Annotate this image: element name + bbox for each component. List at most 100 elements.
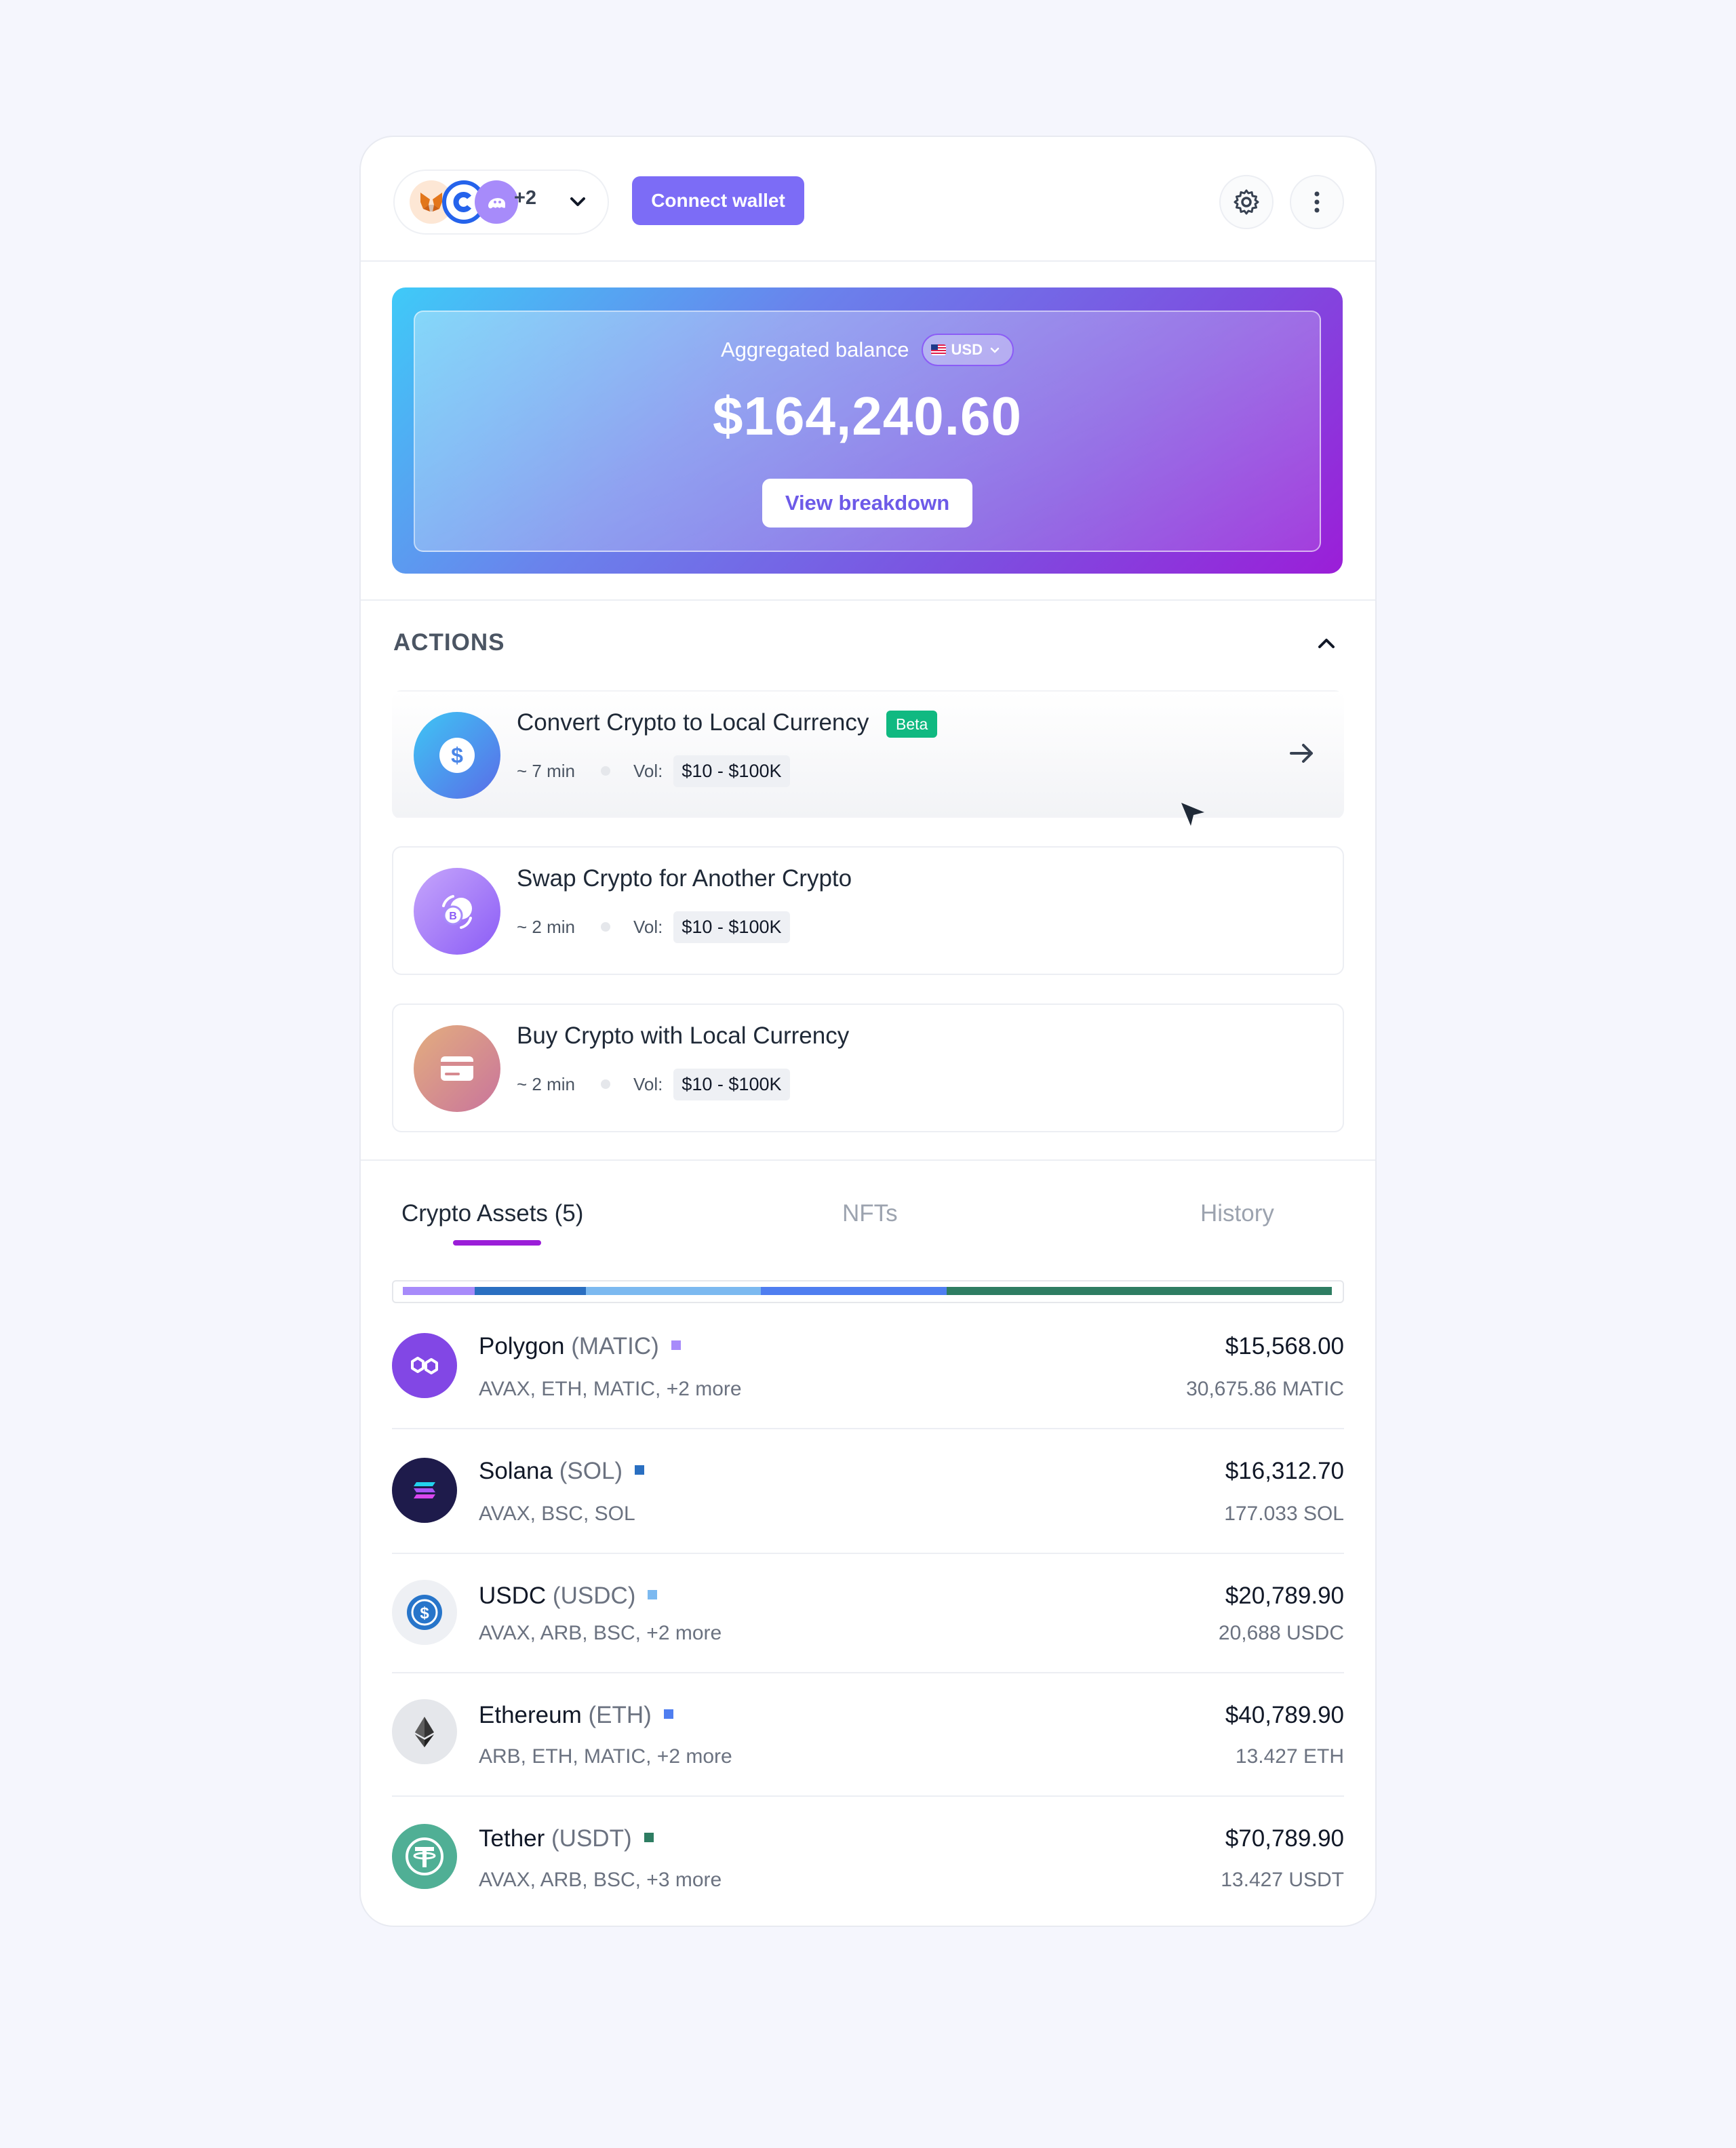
- dollar-coin-icon: $: [414, 712, 500, 799]
- active-tab-indicator: [453, 1240, 541, 1246]
- asset-name-line: Solana (SOL): [479, 1458, 645, 1485]
- asset-distribution-bar: [392, 1280, 1344, 1303]
- currency-selector[interactable]: USD: [921, 334, 1014, 366]
- asset-chains: AVAX, ARB, BSC, +2 more: [479, 1622, 722, 1644]
- arrow-right-icon: [1284, 736, 1318, 774]
- tab-nfts[interactable]: NFTs: [842, 1200, 898, 1227]
- divider: [392, 1553, 1344, 1554]
- asset-chains: AVAX, ETH, MATIC, +2 more: [479, 1378, 742, 1400]
- ethereum-icon: [392, 1699, 457, 1764]
- asset-ticker: (USDT): [551, 1825, 632, 1852]
- divider: [392, 1795, 1344, 1797]
- segment-ethereum: [761, 1287, 947, 1295]
- asset-color-marker: [671, 1340, 681, 1350]
- header: +2 Connect wallet: [361, 137, 1375, 262]
- mouse-cursor-icon: [1179, 800, 1208, 833]
- asset-value: $16,312.70: [1225, 1458, 1344, 1484]
- settings-button[interactable]: [1219, 175, 1274, 229]
- asset-amount: 20,688 USDC: [1218, 1622, 1344, 1644]
- actions-heading: ACTIONS: [393, 629, 505, 656]
- asset-name: Polygon: [479, 1333, 565, 1359]
- connect-wallet-button[interactable]: Connect wallet: [632, 176, 804, 225]
- asset-row[interactable]: Polygon (MATIC) AVAX, ETH, MATIC, +2 mor…: [392, 1333, 1344, 1458]
- action-meta: ~ 2 min Vol: $10 - $100K: [517, 1067, 790, 1101]
- segment-usdc: [586, 1287, 761, 1295]
- asset-amount: 30,675.86 MATIC: [1186, 1378, 1344, 1400]
- asset-color-marker: [635, 1465, 645, 1475]
- phantom-icon: [475, 180, 518, 224]
- separator-dot: [601, 1079, 610, 1089]
- wallet-switcher[interactable]: +2: [393, 170, 609, 235]
- balance-panel: Aggregated balance USD $164,240.60 View …: [414, 311, 1321, 552]
- segment-tether: [947, 1287, 1332, 1295]
- wallet-card: +2 Connect wallet Aggregated balance USD…: [359, 136, 1377, 1927]
- vol-label: Vol:: [633, 916, 663, 937]
- chevron-down-icon[interactable]: [566, 190, 590, 218]
- vol-label: Vol:: [633, 760, 663, 781]
- asset-row[interactable]: Ethereum (ETH) ARB, ETH, MATIC, +2 more …: [392, 1699, 1344, 1827]
- asset-chains: ARB, ETH, MATIC, +2 more: [479, 1745, 732, 1768]
- action-time: ~ 2 min: [517, 1073, 575, 1094]
- asset-chains: AVAX, BSC, SOL: [479, 1503, 635, 1525]
- asset-name: Tether: [479, 1825, 545, 1852]
- action-buy[interactable]: Buy Crypto with Local Currency ~ 2 min V…: [392, 1003, 1344, 1132]
- asset-ticker: (SOL): [559, 1458, 623, 1484]
- svg-text:$: $: [451, 743, 463, 768]
- separator-dot: [601, 922, 610, 932]
- asset-name-line: Tether (USDT): [479, 1825, 654, 1852]
- vol-range: $10 - $100K: [673, 755, 790, 787]
- asset-name-line: USDC (USDC): [479, 1583, 658, 1610]
- action-title: Buy Crypto with Local Currency: [517, 1022, 850, 1049]
- action-title: Convert Crypto to Local Currency: [517, 709, 869, 736]
- asset-ticker: (ETH): [588, 1702, 652, 1728]
- polygon-icon: [392, 1333, 457, 1398]
- asset-name: USDC: [479, 1583, 547, 1609]
- asset-name-line: Polygon (MATIC): [479, 1333, 681, 1360]
- asset-amount: 13.427 ETH: [1235, 1745, 1344, 1768]
- asset-amount: 177.033 SOL: [1224, 1503, 1344, 1525]
- tab-crypto-assets[interactable]: Crypto Assets (5): [401, 1200, 583, 1227]
- tab-history[interactable]: History: [1200, 1200, 1274, 1227]
- usdc-icon: $: [392, 1580, 457, 1645]
- tether-icon: [392, 1824, 457, 1889]
- chevron-up-icon[interactable]: [1313, 631, 1340, 661]
- asset-color-marker: [663, 1709, 673, 1719]
- asset-row[interactable]: Tether (USDT) AVAX, ARB, BSC, +3 more $7…: [392, 1824, 1344, 1920]
- more-vertical-icon: [1314, 191, 1320, 213]
- credit-card-icon: [414, 1025, 500, 1112]
- svg-text:B: B: [449, 911, 457, 922]
- view-breakdown-button[interactable]: View breakdown: [762, 479, 972, 528]
- asset-ticker: (USDC): [552, 1583, 636, 1609]
- swap-coins-icon: B: [414, 868, 500, 955]
- asset-row[interactable]: Solana (SOL) AVAX, BSC, SOL $16,312.70 1…: [392, 1458, 1344, 1583]
- asset-color-marker: [648, 1589, 658, 1599]
- asset-name-line: Ethereum (ETH): [479, 1702, 673, 1729]
- currency-code: USD: [951, 341, 983, 358]
- asset-color-marker: [644, 1832, 654, 1842]
- asset-name: Ethereum: [479, 1702, 582, 1728]
- divider: [361, 1159, 1375, 1161]
- wallets-more-count: +2: [514, 187, 537, 209]
- asset-row[interactable]: $ USDC (USDC) AVAX, ARB, BSC, +2 more $2…: [392, 1580, 1344, 1702]
- beta-badge: Beta: [886, 711, 938, 738]
- action-meta: ~ 2 min Vol: $10 - $100K: [517, 910, 790, 944]
- us-flag-icon: [930, 344, 946, 355]
- divider: [392, 1428, 1344, 1429]
- chevron-down-icon: [990, 347, 1000, 353]
- separator-dot: [601, 766, 610, 776]
- asset-amount: 13.427 USDT: [1221, 1869, 1344, 1891]
- balance-amount: $164,240.60: [713, 386, 1022, 446]
- asset-ticker: (MATIC): [571, 1333, 659, 1359]
- more-menu-button[interactable]: [1290, 175, 1344, 229]
- action-swap[interactable]: B Swap Crypto for Another Crypto ~ 2 min…: [392, 846, 1344, 975]
- action-time: ~ 2 min: [517, 916, 575, 937]
- gear-icon: [1234, 189, 1259, 215]
- divider: [392, 1672, 1344, 1673]
- vol-range: $10 - $100K: [673, 911, 790, 943]
- asset-value: $20,789.90: [1225, 1583, 1344, 1609]
- asset-chains: AVAX, ARB, BSC, +3 more: [479, 1869, 722, 1891]
- solana-icon: [392, 1458, 457, 1523]
- asset-value: $40,789.90: [1225, 1702, 1344, 1728]
- asset-value: $70,789.90: [1225, 1825, 1344, 1852]
- segment-solana: [475, 1287, 586, 1295]
